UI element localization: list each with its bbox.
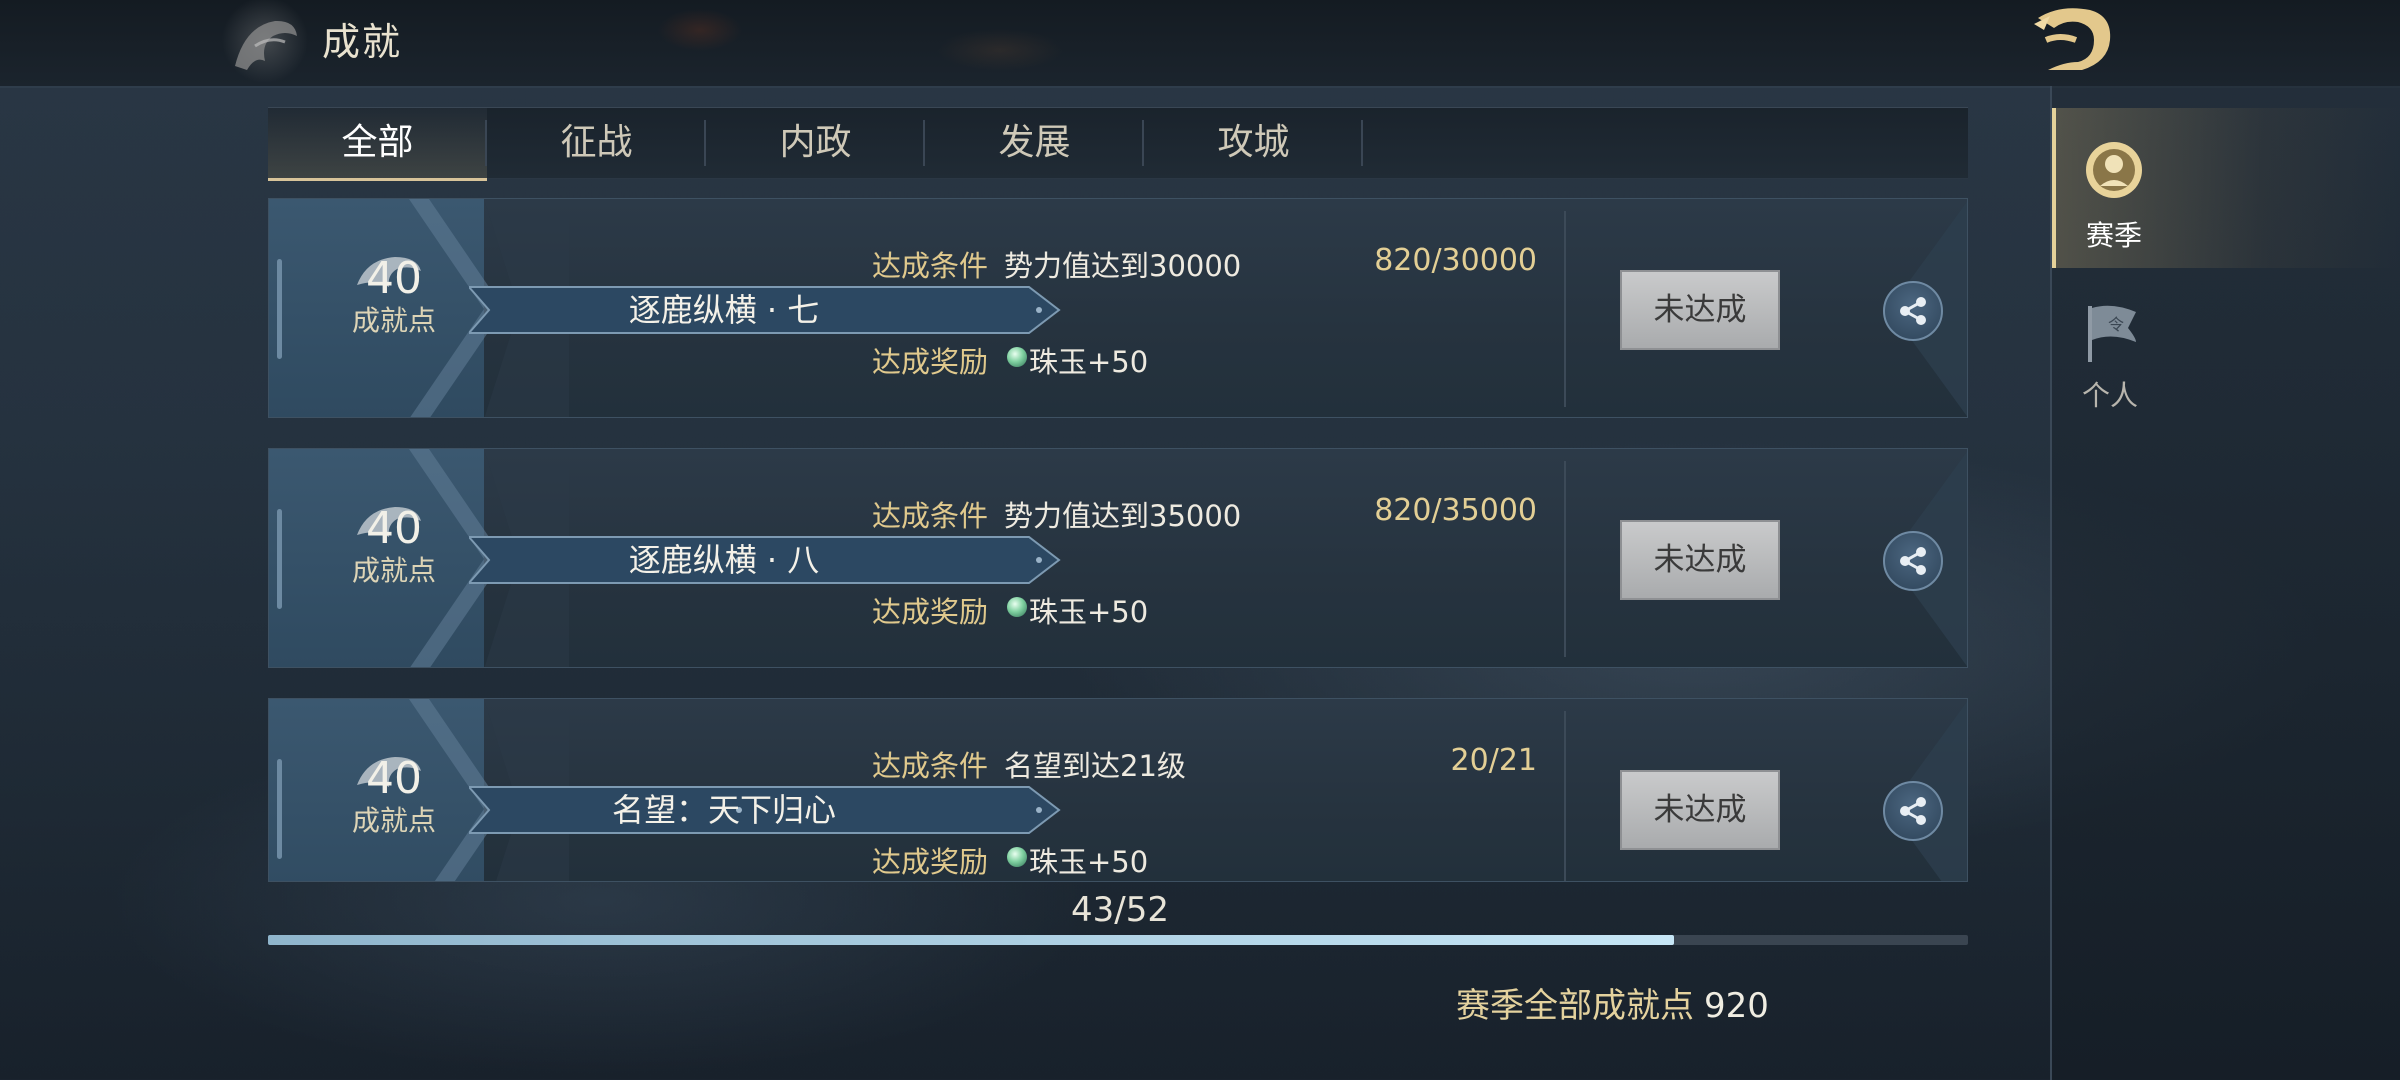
dragon-emblem-icon — [210, 0, 320, 86]
condition-label: 达成条件 — [872, 249, 989, 283]
reward-label: 达成奖励 — [872, 595, 989, 629]
share-icon — [1900, 297, 1926, 325]
progress-text: 820/35000 — [1374, 493, 1537, 528]
top-bar: 成就 — [0, 0, 2400, 88]
page-title: 成就 — [322, 20, 403, 64]
season-total-value: 920 — [1704, 986, 1769, 1026]
divider — [1564, 461, 1566, 657]
condition-label: 达成条件 — [872, 749, 989, 783]
condition-text: 势力值达到30000 — [1004, 249, 1242, 283]
tab-campaign[interactable]: 征战 — [487, 108, 706, 178]
points-label: 成就点 — [351, 304, 436, 337]
share-button[interactable] — [1883, 531, 1943, 591]
reward-label: 达成奖励 — [872, 845, 989, 879]
header-decoration — [600, 0, 1300, 86]
points-value: 40 — [366, 753, 422, 804]
divider — [1564, 711, 1566, 881]
points-label: 成就点 — [351, 804, 436, 837]
flag-icon: 令 — [2088, 305, 2136, 362]
points-label: 成就点 — [351, 554, 436, 587]
reward-text: 珠玉+50 — [1029, 345, 1149, 379]
achievement-row: 40 成就点 逐鹿纵横 · 七 达成条件 势力值达到30000 820/3000… — [268, 198, 1968, 418]
tab-all[interactable]: 全部 — [268, 108, 487, 181]
sidebar-item-personal[interactable]: 令 个人 — [2052, 282, 2400, 442]
status-button[interactable]: 未达成 — [1620, 770, 1780, 850]
achievement-row: 40 成就点 名望：天下归心 达成条件 名望到达21级 20/21 达成奖励 珠… — [268, 698, 1968, 882]
jade-icon — [1007, 847, 1027, 867]
achievement-row: 40 成就点 逐鹿纵横 · 八 达成条件 势力值达到35000 820/3500… — [268, 448, 1968, 668]
sidebar-item-season[interactable]: 赛季 — [2052, 108, 2400, 268]
tab-siege[interactable]: 攻城 — [1144, 108, 1363, 178]
status-button[interactable]: 未达成 — [1620, 270, 1780, 350]
achievement-name: 名望：天下归心 — [611, 791, 836, 829]
jade-icon — [1007, 347, 1027, 367]
share-icon — [1900, 547, 1926, 575]
points-value: 40 — [366, 503, 422, 554]
sidebar: 赛季 令 个人 — [2050, 86, 2400, 1080]
category-tabs: 全部 征战 内政 发展 攻城 — [268, 107, 1968, 181]
row-edge — [277, 509, 282, 609]
achievement-points: 40 成就点 — [324, 254, 464, 338]
progress-text: 20/21 — [1450, 743, 1537, 778]
reward-text: 珠玉+50 — [1029, 845, 1149, 879]
sidebar-item-label: 个人 — [2081, 379, 2138, 412]
tab-development[interactable]: 发展 — [925, 108, 1144, 178]
points-value: 40 — [366, 253, 422, 304]
achievement-name: 逐鹿纵横 · 七 — [628, 291, 820, 329]
share-icon — [1900, 797, 1926, 825]
season-total-label: 赛季全部成就点 — [1456, 986, 1694, 1026]
reward-label: 达成奖励 — [872, 345, 989, 379]
status-button[interactable]: 未达成 — [1620, 520, 1780, 600]
achievement-points: 40 成就点 — [324, 504, 464, 588]
achievement-points: 40 成就点 — [324, 754, 464, 838]
achievement-progress-count: 43/52 — [1071, 890, 1169, 930]
condition-text: 名望到达21级 — [1004, 749, 1186, 783]
achievement-progress-bar — [268, 935, 1968, 945]
condition-text: 势力值达到35000 — [1004, 499, 1242, 533]
jade-icon — [1007, 597, 1027, 617]
share-button[interactable] — [1883, 281, 1943, 341]
back-button[interactable] — [2020, 0, 2130, 80]
reward-text: 珠玉+50 — [1029, 595, 1149, 629]
sidebar-item-label: 赛季 — [2085, 219, 2142, 252]
progress-bar-fill — [268, 935, 1674, 945]
row-edge — [277, 759, 282, 859]
season-total: 赛季全部成就点 920 — [1456, 978, 1769, 1027]
dragon-back-icon — [2034, 8, 2111, 70]
season-badge-icon — [2086, 142, 2142, 198]
tab-domestic[interactable]: 内政 — [706, 108, 925, 178]
progress-text: 820/30000 — [1374, 243, 1537, 278]
svg-text:令: 令 — [2108, 315, 2124, 334]
achievement-name: 逐鹿纵横 · 八 — [628, 541, 820, 579]
condition-label: 达成条件 — [872, 499, 989, 533]
share-button[interactable] — [1883, 781, 1943, 841]
row-edge — [277, 259, 282, 359]
divider — [1564, 211, 1566, 407]
